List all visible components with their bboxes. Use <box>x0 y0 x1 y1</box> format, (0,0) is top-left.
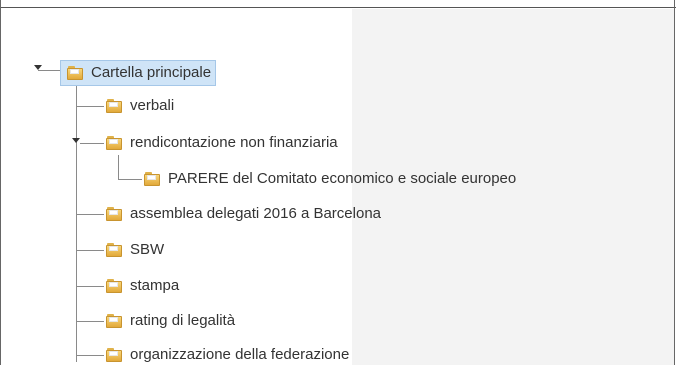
tree-node-label: rating di legalità <box>130 312 236 329</box>
node-connector <box>76 106 104 107</box>
node-connector <box>76 321 104 322</box>
tree-node-label: PARERE del Comitato economico e sociale … <box>168 170 517 187</box>
node-connector <box>118 179 142 180</box>
tree-node-label: SBW <box>130 241 165 258</box>
child-connector-line <box>118 155 119 179</box>
node-connector <box>76 214 104 215</box>
folder-tree: Cartella principale verbali rendicontazi… <box>0 0 676 365</box>
tree-node-sbw[interactable]: SBW <box>106 238 164 262</box>
tree-node-parere[interactable]: PARERE del Comitato economico e sociale … <box>144 167 516 191</box>
folder-icon <box>106 243 122 257</box>
tree-node-label: rendicontazione non finanziaria <box>130 134 338 151</box>
tree-node-label: stampa <box>130 277 180 294</box>
node-expander-icon[interactable] <box>72 138 80 143</box>
root-connector <box>38 70 60 71</box>
folder-icon <box>144 172 160 186</box>
tree-node-assemblea[interactable]: assemblea delegati 2016 a Barcelona <box>106 202 381 226</box>
tree-node-label: Cartella principale <box>91 64 212 81</box>
tree-node-rating[interactable]: rating di legalità <box>106 309 235 333</box>
folder-icon <box>106 136 122 150</box>
folder-tree-window: Cartella principale verbali rendicontazi… <box>0 0 676 365</box>
node-connector <box>76 250 104 251</box>
node-connector <box>76 286 104 287</box>
folder-icon <box>106 99 122 113</box>
tree-node-verbali[interactable]: verbali <box>106 94 174 118</box>
tree-node-label: verbali <box>130 97 175 114</box>
folder-icon <box>106 279 122 293</box>
folder-icon <box>106 348 122 362</box>
tree-node-organizzazione[interactable]: organizzazione della federazione <box>106 343 349 365</box>
tree-node-root[interactable]: Cartella principale <box>60 60 217 86</box>
folder-icon <box>106 207 122 221</box>
node-connector <box>76 355 104 356</box>
tree-node-label: organizzazione della federazione <box>130 346 350 363</box>
tree-node-rendicontazione[interactable]: rendicontazione non finanziaria <box>106 131 338 155</box>
folder-icon <box>67 66 83 80</box>
tree-node-label: assemblea delegati 2016 a Barcelona <box>130 205 382 222</box>
tree-node-stampa[interactable]: stampa <box>106 274 179 298</box>
folder-icon <box>106 314 122 328</box>
node-connector <box>80 143 104 144</box>
